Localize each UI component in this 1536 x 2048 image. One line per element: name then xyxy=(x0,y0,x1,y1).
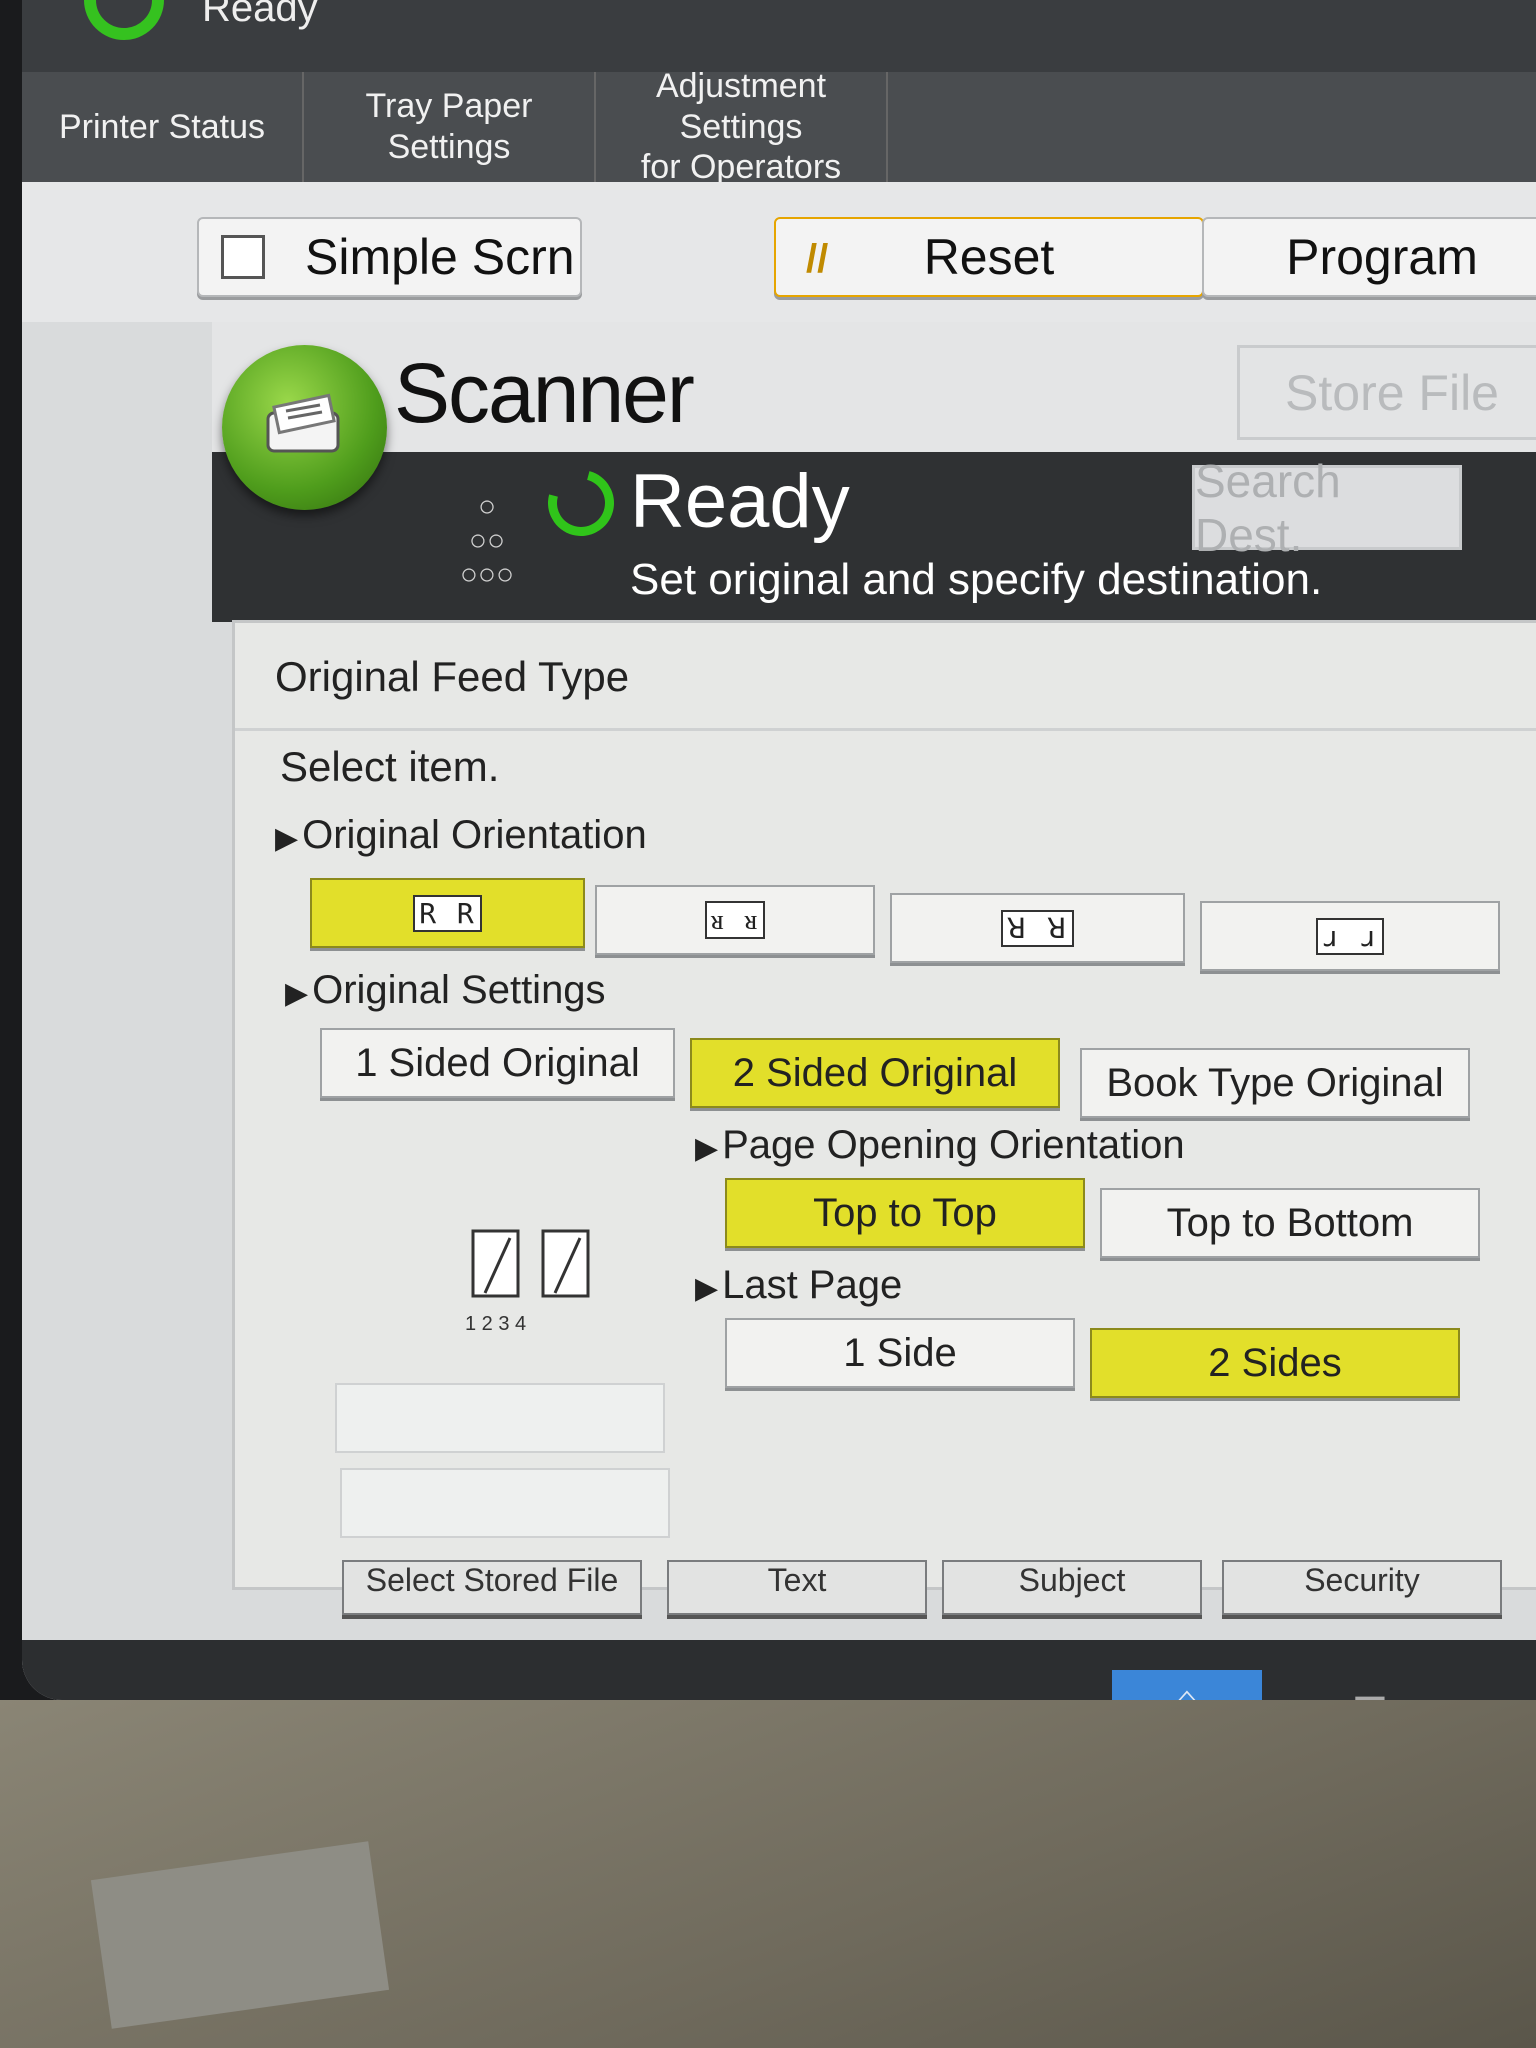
top-status-bar: Ready xyxy=(22,0,1536,72)
program-label: Program xyxy=(1286,229,1478,285)
subject-tab[interactable]: Subject xyxy=(942,1560,1202,1615)
select-stored-file-tab[interactable]: Select Stored File xyxy=(342,1560,642,1615)
simple-screen-checkbox[interactable] xyxy=(221,235,265,279)
bottom-tabs: Select Stored File Text Subject Security xyxy=(322,1560,1536,1640)
reset-button[interactable]: // Reset xyxy=(774,217,1204,297)
orientation-option-2[interactable]: ᴚ ᴚ xyxy=(595,885,875,955)
top-to-top-button[interactable]: Top to Top xyxy=(725,1178,1085,1248)
top-status-title: Ready xyxy=(202,0,318,30)
book-type-original-button[interactable]: Book Type Original xyxy=(1080,1048,1470,1118)
security-tab[interactable]: Security xyxy=(1222,1560,1502,1615)
orientation-glyph-2: ᴚ ᴚ xyxy=(704,901,766,939)
scanner-icon xyxy=(222,345,387,510)
top-to-bottom-button[interactable]: Top to Bottom xyxy=(1100,1188,1480,1258)
two-sided-original-button[interactable]: 2 Sided Original xyxy=(690,1038,1060,1108)
original-settings-label: Original Settings xyxy=(285,968,605,1013)
dialog-subtitle: Select item. xyxy=(280,743,500,790)
home-icon[interactable]: ⌂ xyxy=(1112,1670,1262,1700)
two-sides-button[interactable]: 2 Sides xyxy=(1090,1328,1460,1398)
orientation-glyph-1: R R xyxy=(413,894,482,932)
orientation-option-1[interactable]: R R xyxy=(310,878,585,948)
one-side-button[interactable]: 1 Side xyxy=(725,1318,1075,1388)
top-tabs: Printer Status Tray Paper Settings Adjus… xyxy=(22,67,1536,186)
orientation-option-4[interactable]: ɹ ɹ xyxy=(1200,901,1500,971)
simple-screen-button[interactable]: Simple Scrn xyxy=(197,217,582,297)
orientation-glyph-4: ɹ ɹ xyxy=(1315,917,1385,955)
program-button[interactable]: Program xyxy=(1202,217,1536,297)
blank-field-2 xyxy=(340,1468,670,1538)
tab-printer-status[interactable]: Printer Status xyxy=(22,72,304,182)
touch-screen: Ready Printer Status Tray Paper Settings… xyxy=(22,0,1536,1700)
search-destination-button[interactable]: Search Dest. xyxy=(1192,455,1462,561)
status-message: Set original and specify destination. xyxy=(630,555,1323,604)
function-row: Simple Scrn // Reset Program xyxy=(22,182,1536,322)
orientation-option-3[interactable]: ꓤ ꓤ xyxy=(890,893,1185,963)
tab-adjustment-line1: Adjustment Settings xyxy=(655,66,827,146)
job-queue-icon: ○ ○○ ○○○ xyxy=(459,490,515,591)
original-feed-type-dialog: Original Feed Type Select item. Original… xyxy=(232,620,1536,1590)
scanner-title: Scanner xyxy=(394,346,695,440)
reset-icon: // xyxy=(806,237,829,281)
blank-field-1 xyxy=(335,1383,665,1453)
page-opening-orientation-label: Page Opening Orientation xyxy=(695,1123,1185,1168)
reset-label: Reset xyxy=(923,229,1055,285)
last-page-label: Last Page xyxy=(695,1263,902,1308)
one-sided-original-button[interactable]: 1 Sided Original xyxy=(320,1028,675,1098)
orientation-glyph-3: ꓤ ꓤ xyxy=(1000,909,1075,947)
simple-screen-label: Simple Scrn xyxy=(305,229,575,285)
ready-ring-icon xyxy=(84,0,164,40)
status-ready: Ready xyxy=(630,459,850,544)
tab-adjustment-settings[interactable]: Adjustment Settings for Operators xyxy=(596,67,888,186)
duplex-page-numbers: 1 2 3 4 xyxy=(465,1313,527,1335)
bottom-nav-bar xyxy=(22,1640,1536,1700)
text-tab[interactable]: Text xyxy=(667,1560,927,1615)
store-file-button[interactable]: Store File xyxy=(1237,345,1536,440)
menu-icon[interactable]: ☰ xyxy=(1352,1690,1388,1700)
dialog-divider xyxy=(235,728,1536,731)
tab-tray-paper-settings[interactable]: Tray Paper Settings xyxy=(304,72,596,182)
dialog-title: Original Feed Type xyxy=(275,653,630,700)
original-orientation-label: Original Orientation xyxy=(275,813,647,858)
